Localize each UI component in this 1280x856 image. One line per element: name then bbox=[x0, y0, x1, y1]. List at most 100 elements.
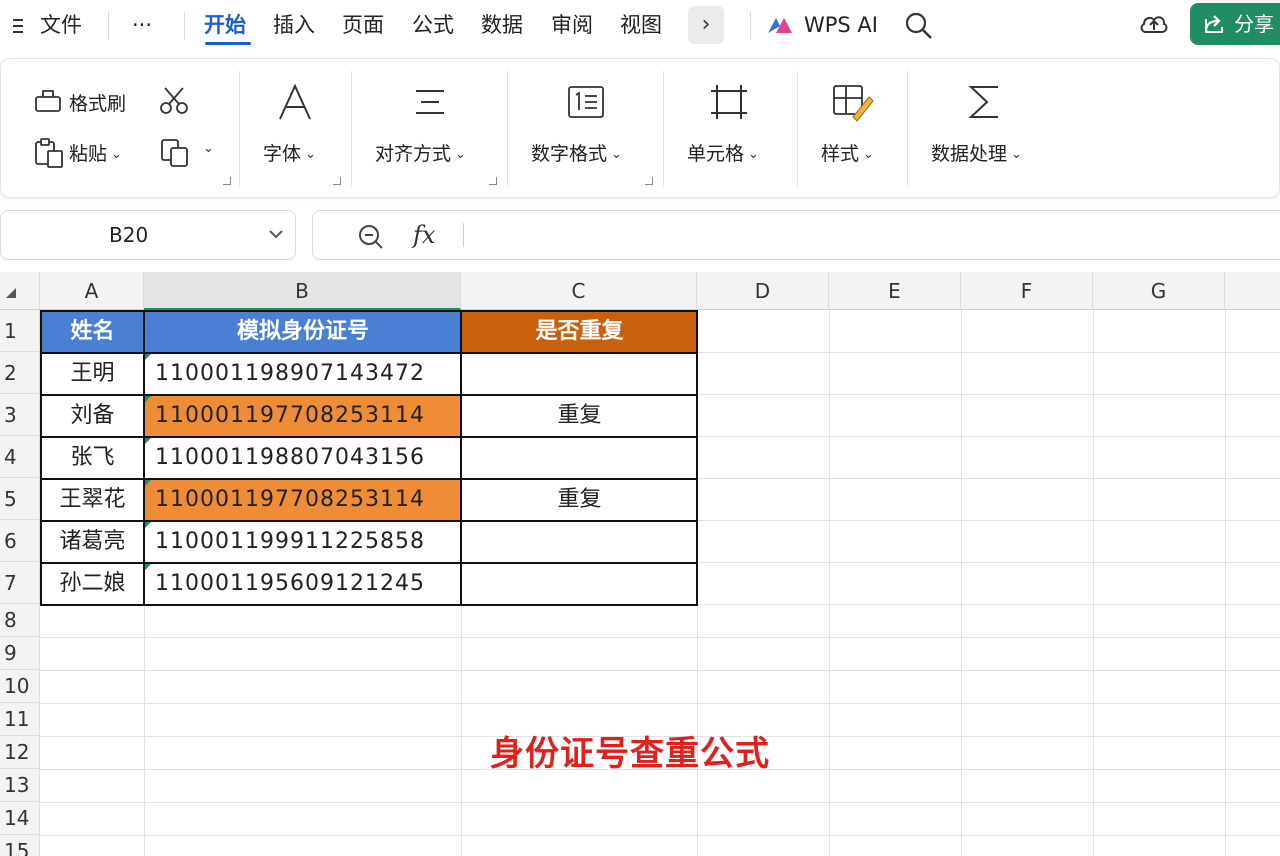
alignment-button[interactable]: 对齐方式 ⌄ bbox=[375, 139, 466, 166]
table-border bbox=[460, 310, 462, 606]
table-cell-id[interactable]: 110001199911225858 bbox=[145, 521, 461, 562]
tab-insert[interactable]: 插入 bbox=[273, 8, 315, 42]
separator bbox=[663, 71, 664, 187]
row-header[interactable]: 5 bbox=[0, 478, 40, 520]
row-header[interactable]: 7 bbox=[0, 562, 40, 604]
table-cell-id[interactable]: 110001197708253114 bbox=[145, 395, 461, 436]
cells-button[interactable]: 单元格 ⌄ bbox=[687, 139, 759, 166]
row-header[interactable]: 14 bbox=[0, 802, 40, 835]
table-cell-duplicate[interactable] bbox=[462, 521, 697, 562]
table-cell-name[interactable]: 张飞 bbox=[41, 437, 144, 478]
formula-bar[interactable]: fx bbox=[312, 210, 1280, 260]
table-cell-duplicate[interactable] bbox=[462, 437, 697, 478]
table-cell-id[interactable]: 110001198807043156 bbox=[145, 437, 461, 478]
row-header[interactable]: 10 bbox=[0, 670, 40, 703]
paste-button[interactable]: 粘贴 ⌄ bbox=[69, 139, 122, 166]
table-border bbox=[40, 310, 698, 312]
column-header-g[interactable]: G bbox=[1093, 272, 1225, 310]
error-indicator-icon bbox=[145, 437, 152, 444]
format-painter-button[interactable]: 格式刷 bbox=[69, 89, 126, 116]
chevron-down-icon[interactable] bbox=[267, 227, 285, 241]
wps-ai-button[interactable]: WPS AI bbox=[804, 8, 878, 42]
styles-button[interactable]: 样式 ⌄ bbox=[821, 139, 874, 166]
error-indicator-icon bbox=[145, 479, 152, 486]
share-button[interactable]: 分享 bbox=[1190, 3, 1280, 45]
row-header[interactable]: 12 bbox=[0, 736, 40, 769]
row-header[interactable]: 4 bbox=[0, 436, 40, 478]
styles-label: 样式 bbox=[821, 143, 860, 165]
cells-icon bbox=[711, 85, 747, 119]
header-cell-name[interactable]: 姓名 bbox=[41, 311, 144, 352]
more-menu[interactable]: ··· bbox=[132, 8, 152, 42]
chevron-down-icon: ⌄ bbox=[455, 147, 466, 162]
column-header-h[interactable] bbox=[1225, 272, 1280, 310]
row-header[interactable]: 9 bbox=[0, 637, 40, 670]
gridline bbox=[40, 802, 1280, 803]
row-header[interactable]: 15 bbox=[0, 835, 40, 856]
header-cell-duplicate[interactable]: 是否重复 bbox=[462, 311, 697, 352]
tab-home[interactable]: 开始 bbox=[204, 8, 246, 42]
gridline bbox=[40, 703, 1280, 704]
column-header-d[interactable]: D bbox=[697, 272, 829, 310]
tab-data[interactable]: 数据 bbox=[481, 8, 523, 42]
row-header[interactable]: 13 bbox=[0, 769, 40, 802]
column-header-c[interactable]: C bbox=[461, 272, 697, 310]
more-tabs-button[interactable]: › bbox=[688, 6, 724, 44]
gridline bbox=[40, 835, 1280, 836]
select-all-corner[interactable] bbox=[0, 272, 40, 310]
table-cell-name[interactable]: 王明 bbox=[41, 353, 144, 394]
copy-icon bbox=[161, 139, 188, 167]
cut-icon[interactable] bbox=[157, 85, 191, 117]
table-cell-duplicate[interactable] bbox=[462, 563, 697, 604]
row-header[interactable]: 3 bbox=[0, 394, 40, 436]
row-header[interactable]: 2 bbox=[0, 352, 40, 394]
tab-view[interactable]: 视图 bbox=[620, 8, 662, 42]
zoom-out-icon[interactable] bbox=[357, 223, 385, 251]
tab-formula[interactable]: 公式 bbox=[412, 8, 454, 42]
header-cell-id[interactable]: 模拟身份证号 bbox=[145, 311, 461, 352]
table-cell-id[interactable]: 110001198907143472 bbox=[145, 353, 461, 394]
column-header-a[interactable]: A bbox=[40, 272, 144, 310]
format-painter-icon bbox=[35, 90, 61, 112]
error-indicator-icon bbox=[145, 353, 152, 360]
row-header[interactable]: 6 bbox=[0, 520, 40, 562]
font-label: 字体 bbox=[263, 143, 302, 165]
group-expand-icon[interactable] bbox=[223, 177, 231, 185]
tab-review[interactable]: 审阅 bbox=[551, 8, 593, 42]
gridline bbox=[40, 670, 1280, 671]
tab-page[interactable]: 页面 bbox=[342, 8, 384, 42]
copy-button[interactable]: ⌄ bbox=[159, 137, 214, 173]
row-header[interactable]: 11 bbox=[0, 703, 40, 736]
table-cell-name[interactable]: 刘备 bbox=[41, 395, 144, 436]
font-button[interactable]: 字体 ⌄ bbox=[263, 139, 316, 166]
menu-icon[interactable] bbox=[10, 8, 30, 42]
search-icon[interactable] bbox=[904, 8, 934, 42]
number-format-button[interactable]: 数字格式 ⌄ bbox=[531, 139, 622, 166]
row-header[interactable]: 8 bbox=[0, 604, 40, 637]
gridline bbox=[1093, 310, 1094, 856]
group-expand-icon[interactable] bbox=[645, 177, 653, 185]
row-header[interactable]: 1 bbox=[0, 310, 40, 352]
cell-reference: B20 bbox=[109, 223, 149, 247]
separator bbox=[184, 12, 185, 40]
column-header-f[interactable]: F bbox=[961, 272, 1093, 310]
table-cell-duplicate[interactable]: 重复 bbox=[462, 395, 697, 436]
table-cell-duplicate[interactable] bbox=[462, 353, 697, 394]
name-box[interactable]: B20 bbox=[0, 210, 296, 260]
column-header-b[interactable]: B bbox=[144, 272, 461, 310]
table-cell-name[interactable]: 诸葛亮 bbox=[41, 521, 144, 562]
table-border bbox=[40, 562, 698, 564]
table-cell-duplicate[interactable]: 重复 bbox=[462, 479, 697, 520]
table-cell-name[interactable]: 王翠花 bbox=[41, 479, 144, 520]
function-icon[interactable]: fx bbox=[413, 221, 435, 249]
cloud-upload-icon[interactable] bbox=[1138, 10, 1170, 38]
column-header-e[interactable]: E bbox=[829, 272, 961, 310]
annotation-title: 身份证号查重公式 bbox=[490, 734, 770, 774]
group-expand-icon[interactable] bbox=[333, 177, 341, 185]
table-cell-id[interactable]: 110001195609121245 bbox=[145, 563, 461, 604]
file-menu[interactable]: 文件 bbox=[40, 8, 82, 42]
data-processing-button[interactable]: 数据处理 ⌄ bbox=[931, 139, 1022, 166]
table-cell-id[interactable]: 110001197708253114 bbox=[145, 479, 461, 520]
table-cell-name[interactable]: 孙二娘 bbox=[41, 563, 144, 604]
group-expand-icon[interactable] bbox=[489, 177, 497, 185]
